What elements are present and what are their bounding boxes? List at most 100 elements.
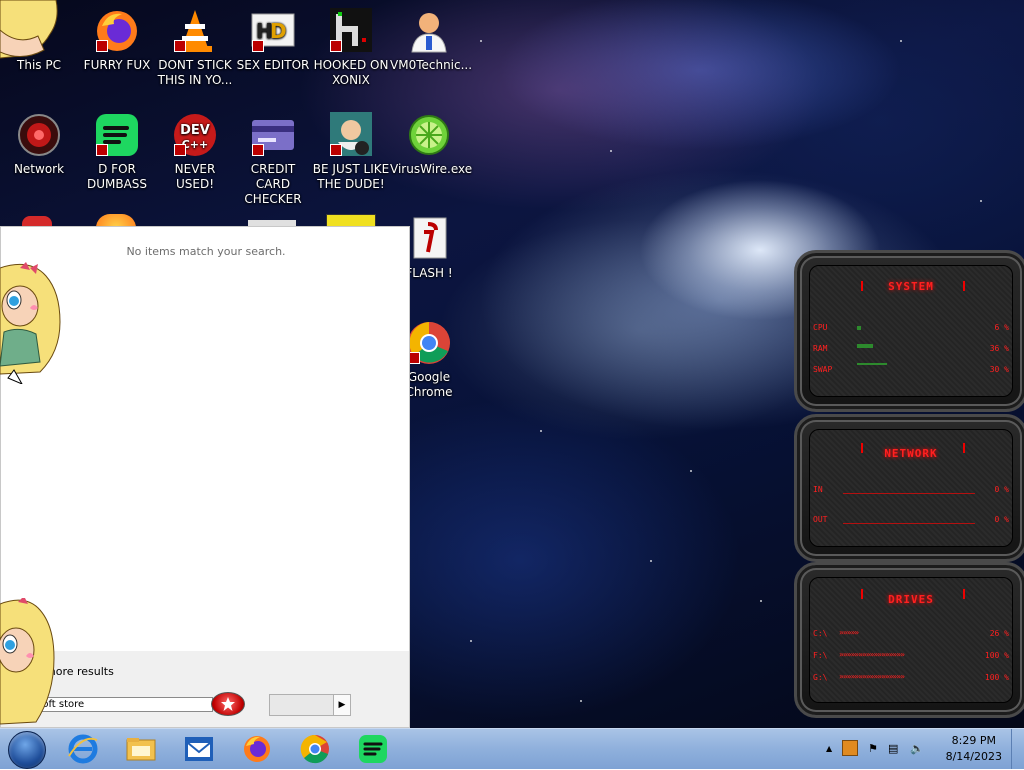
- chrome-icon: [406, 320, 452, 366]
- icon-label: D FOR DUMBASS: [86, 162, 148, 191]
- flash-icon: [406, 216, 452, 262]
- icon-label: CREDIT CARD CHECKER: [244, 162, 302, 206]
- ram-bar: [857, 344, 873, 348]
- shutdown-options-arrow[interactable]: ▶: [333, 694, 351, 716]
- network-icon: [16, 112, 62, 158]
- star: [650, 560, 652, 562]
- desktop-icon-be-just-like-the-dude[interactable]: BE JUST LIKE THE DUDE!: [312, 112, 390, 192]
- drives-gadget[interactable]: DRIVES C:\ »»»»» 26 % F:\ »»»»»»»»»»»»»»…: [794, 562, 1024, 718]
- system-gadget[interactable]: SYSTEM CPU 6 % RAM 36 % SWAP 30 %: [794, 250, 1024, 412]
- chrome-taskbar-button[interactable]: [298, 732, 332, 766]
- drive-g-bar: »»»»»»»»»»»»»»»»»: [839, 672, 905, 681]
- bowling-dude-icon: [328, 112, 374, 158]
- icon-label: VM0Technic...: [390, 58, 473, 72]
- cpu-label: CPU: [813, 323, 828, 332]
- desktop-icon-vm0technic[interactable]: VM0Technic...: [390, 8, 473, 73]
- drives-gadget-title: DRIVES: [888, 593, 934, 606]
- shutdown-button[interactable]: [269, 694, 335, 716]
- desktop-icon-viruswire[interactable]: VirusWire.exe: [390, 112, 473, 177]
- drive-f-value: 100 %: [984, 651, 1009, 660]
- spotify-icon: [94, 112, 140, 158]
- icon-label: HOOKED ON XONIX: [313, 58, 389, 87]
- action-center-flag-icon[interactable]: ⚑: [868, 742, 878, 755]
- credit-card-icon: [250, 112, 296, 158]
- network-out-label: OUT: [813, 515, 828, 524]
- volume-icon[interactable]: 🔈: [910, 742, 924, 755]
- drive-f-row: F:\ »»»»»»»»»»»»»»»»» 100 %: [813, 650, 1009, 665]
- drive-f-bar: »»»»»»»»»»»»»»»»»: [839, 650, 905, 659]
- firefox-icon: [94, 8, 140, 54]
- desktop-icon-never-used[interactable]: DEV C++ NEVER USED!: [156, 112, 234, 192]
- cpu-bar: [857, 326, 861, 330]
- icon-label: Network: [13, 162, 65, 176]
- xonix-icon: [328, 8, 374, 54]
- ram-row: RAM 36 %: [813, 344, 1009, 358]
- system-gadget-title: SYSTEM: [888, 280, 934, 293]
- desktop-icon-network[interactable]: Network: [0, 112, 78, 177]
- firefox-taskbar-button[interactable]: [240, 732, 274, 766]
- taskbar: ▲ ⚑ ▤ 🔈 8:29 PM 8/14/2023: [0, 728, 1024, 769]
- firefox-icon: [244, 736, 270, 762]
- internet-explorer-icon: [68, 734, 98, 764]
- folder-icon: [126, 738, 156, 761]
- icon-label: DONT STICK THIS IN YO...: [157, 58, 233, 87]
- swap-row: SWAP 30 %: [813, 363, 1009, 379]
- star: [540, 430, 542, 432]
- network-in-label: IN: [813, 485, 823, 494]
- tray-app-icon[interactable]: [842, 740, 858, 756]
- show-hidden-icons-chevron-icon[interactable]: ▲: [826, 744, 832, 753]
- desktop-icon-hooked-on-xonix[interactable]: HOOKED ON XONIX: [312, 8, 390, 88]
- icon-label: SEX EDITOR: [236, 58, 310, 72]
- icon-label: NEVER USED!: [174, 162, 216, 191]
- star: [980, 200, 982, 202]
- drive-g-row: G:\ »»»»»»»»»»»»»»»»» 100 %: [813, 672, 1009, 687]
- spotify-taskbar-button[interactable]: [356, 732, 390, 766]
- hex-editor-icon: HD: [250, 8, 296, 54]
- no-items-message: No items match your search.: [126, 245, 286, 258]
- svg-text:DEV: DEV: [180, 123, 210, 138]
- desktop-icon-credit-card-checker[interactable]: CREDIT CARD CHECKER: [234, 112, 312, 207]
- drive-c-label: C:\: [813, 629, 828, 638]
- cpu-row: CPU 6 %: [813, 323, 1009, 337]
- search-star-button[interactable]: [211, 692, 245, 716]
- drive-c-bar: »»»»»: [839, 628, 859, 637]
- star: [900, 40, 902, 42]
- star: [580, 700, 582, 702]
- icon-label: FURRY FUX: [83, 58, 151, 72]
- system-tray: ▲ ⚑ ▤ 🔈 8:29 PM 8/14/2023: [814, 729, 1024, 769]
- swap-label: SWAP: [813, 365, 833, 374]
- network-gadget-title: NETWORK: [884, 447, 938, 460]
- network-in-graph: [843, 493, 975, 494]
- network-tray-icon[interactable]: ▤: [888, 742, 898, 755]
- desktop-icon-dont-stick[interactable]: DONT STICK THIS IN YO...: [156, 8, 234, 88]
- mail-taskbar-button[interactable]: [182, 732, 216, 766]
- search-footer: more results osoft store ▶: [1, 651, 409, 727]
- network-out-row: OUT 0 %: [813, 515, 1009, 529]
- spotify-icon: [359, 735, 387, 763]
- desktop-icon-sex-editor[interactable]: HD SEX EDITOR: [234, 8, 312, 73]
- drive-g-value: 100 %: [984, 673, 1009, 682]
- start-button[interactable]: [8, 731, 46, 769]
- technician-icon: [406, 8, 452, 54]
- star: [690, 470, 692, 472]
- network-out-value: 0 %: [994, 515, 1009, 524]
- vlc-cone-icon: [172, 8, 218, 54]
- icon-label: VirusWire.exe: [390, 162, 473, 176]
- network-out-graph: [843, 523, 975, 524]
- desktop-icon-d-for-dumbass[interactable]: D FOR DUMBASS: [78, 112, 156, 192]
- dev-cpp-icon: DEV C++: [172, 112, 218, 158]
- file-explorer-taskbar-button[interactable]: [124, 732, 158, 766]
- star: [760, 600, 762, 602]
- star: [470, 640, 472, 642]
- clock[interactable]: 8:29 PM 8/14/2023: [946, 733, 1002, 765]
- cpu-value: 6 %: [994, 323, 1009, 332]
- desktop-icon-furry-fux[interactable]: FURRY FUX: [78, 8, 156, 73]
- drive-g-label: G:\: [813, 673, 828, 682]
- clock-time: 8:29 PM: [951, 734, 996, 747]
- drive-c-value: 26 %: [989, 629, 1009, 638]
- internet-explorer-taskbar-button[interactable]: [66, 732, 100, 766]
- cartoon-girl-top-left: [0, 0, 58, 59]
- ram-label: RAM: [813, 344, 828, 353]
- network-gadget[interactable]: NETWORK IN 0 % OUT 0 %: [794, 414, 1024, 562]
- show-desktop-button[interactable]: [1011, 729, 1024, 769]
